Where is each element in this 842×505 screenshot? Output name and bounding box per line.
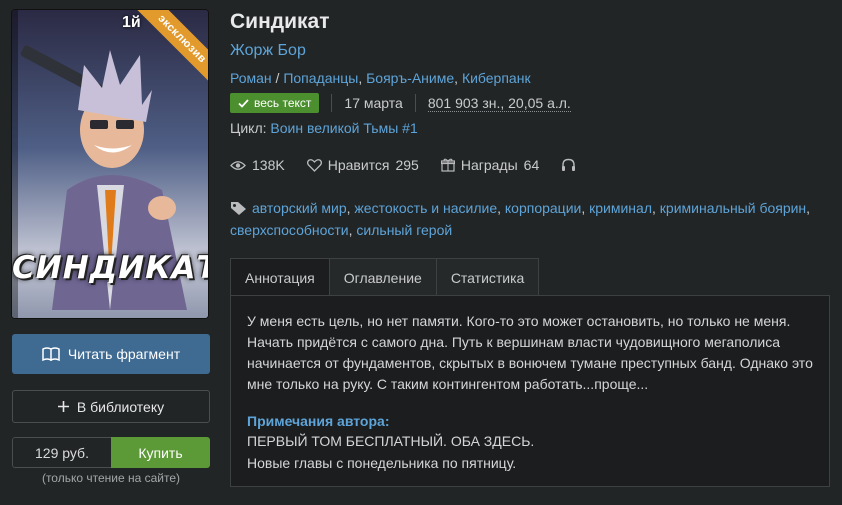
genre-link[interactable]: Бояръ-Аниме: [366, 70, 454, 86]
buy-group: 129 руб. Купить: [12, 437, 210, 468]
author-notes-title: Примечания автора:: [247, 413, 390, 429]
cycle-row: Цикл: Воин великой Тьмы #1: [230, 120, 418, 136]
tag-link[interactable]: сильный герой: [356, 222, 452, 238]
add-to-library-label: В библиотеку: [76, 398, 165, 415]
book-cover[interactable]: 1й эксклюзив СИНДИКАТ: [12, 10, 208, 318]
divider: [331, 94, 333, 112]
awards-stat[interactable]: Награды 64: [440, 157, 540, 173]
tag-link[interactable]: жестокость и насилие: [354, 200, 497, 216]
awards-count: 64: [523, 157, 540, 173]
headphones-icon: [562, 158, 576, 171]
likes-label: Нравится: [327, 157, 390, 173]
add-to-library-button[interactable]: В библиотеку: [12, 390, 210, 423]
tab-statistics[interactable]: Статистика: [436, 258, 540, 296]
tag-list: авторский мир, жестокость и насилие, кор…: [230, 200, 811, 238]
author-note-line: Новые главы с понедельника по пятницу.: [247, 455, 517, 471]
buy-note: (только чтение на сайте): [41, 471, 181, 485]
check-icon: [238, 98, 249, 108]
tag-link[interactable]: сверхспособности: [230, 222, 349, 238]
genre-list: Роман / Попаданцы, Бояръ-Аниме, Киберпан…: [230, 70, 531, 86]
genre-link[interactable]: Киберпанк: [462, 70, 531, 86]
awards-label: Награды: [460, 157, 518, 173]
gift-icon: [440, 158, 455, 172]
buy-button[interactable]: Купить: [111, 437, 210, 468]
views-count: 138K: [252, 157, 285, 173]
publish-date: 17 марта: [344, 95, 403, 111]
divider: [414, 94, 416, 112]
views-stat: 138K: [230, 157, 285, 173]
tag-link[interactable]: криминал: [589, 200, 652, 216]
book-size: 801 903 зн., 20,05 а.л.: [427, 94, 571, 112]
tab-panel-annotation: У меня есть цель, но нет памяти. Кого-то…: [230, 295, 830, 487]
cover-title: СИНДИКАТ: [12, 250, 208, 286]
author-note-line: ПЕРВЫЙ ТОМ БЕСПЛАТНЫЙ. ОБА ЗДЕСЬ.: [247, 433, 535, 449]
book-title: Синдикат: [230, 10, 330, 33]
price-value: 129 руб.: [12, 437, 111, 468]
stats-row: 138K Нравится 295 Награды 64: [230, 157, 576, 173]
tag-icon: [231, 202, 246, 215]
author-link[interactable]: Жорж Бор: [230, 42, 306, 60]
tab-contents[interactable]: Оглавление: [329, 258, 437, 296]
cover-top-text: 1й: [122, 14, 141, 31]
cycle-link[interactable]: Воин великой Тьмы #1: [270, 120, 417, 136]
tab-annotation[interactable]: Аннотация: [230, 258, 330, 296]
status-badge: весь текст: [230, 93, 320, 113]
tag-link[interactable]: криминальный боярин: [660, 200, 806, 216]
plus-icon: [57, 401, 69, 412]
book-meta-row: весь текст 17 марта 801 903 зн., 20,05 а…: [230, 93, 571, 113]
genre-link[interactable]: Роман: [230, 70, 272, 86]
genre-separator: /: [271, 70, 284, 86]
genre-separator: ,: [454, 70, 462, 86]
likes-stat[interactable]: Нравится 295: [306, 157, 419, 173]
open-book-icon: [42, 347, 60, 361]
genre-link[interactable]: Попаданцы: [283, 70, 358, 86]
tab-bar: Аннотация Оглавление Статистика: [230, 258, 540, 296]
eye-icon: [230, 160, 246, 170]
tag-link[interactable]: корпорации: [505, 200, 581, 216]
audio-stat[interactable]: [561, 158, 576, 172]
tag-link[interactable]: авторский мир: [252, 200, 347, 216]
genre-separator: ,: [358, 70, 367, 86]
cycle-label: Цикл:: [230, 120, 267, 136]
status-badge-label: весь текст: [254, 96, 312, 110]
annotation-text: У меня есть цель, но нет памяти. Кого-то…: [247, 313, 813, 392]
heart-icon: [306, 158, 322, 172]
read-fragment-label: Читать фрагмент: [67, 346, 181, 362]
read-fragment-button[interactable]: Читать фрагмент: [12, 334, 210, 374]
likes-count: 295: [395, 157, 419, 173]
